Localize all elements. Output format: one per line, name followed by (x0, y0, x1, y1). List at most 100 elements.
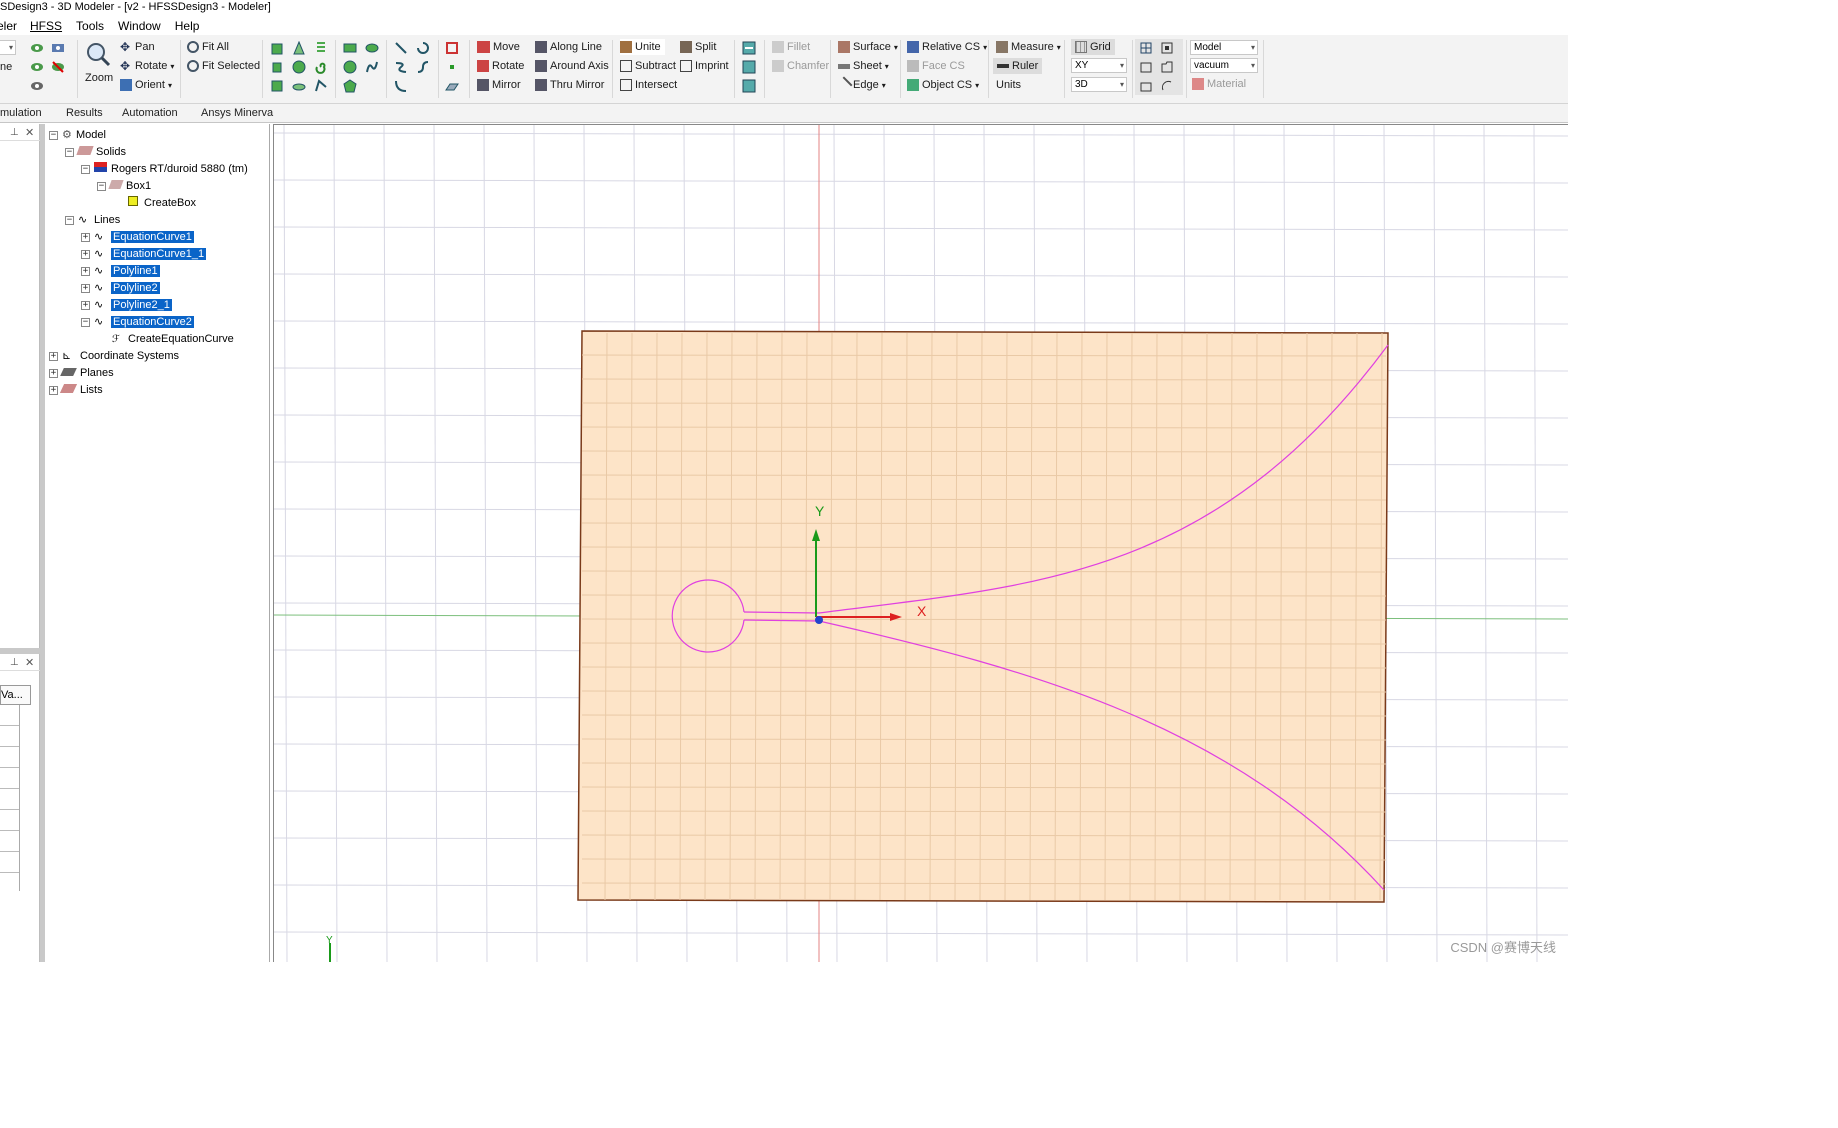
tab-ansys-minerva[interactable]: Ansys Minerva (201, 107, 273, 119)
line-icon[interactable] (394, 41, 408, 55)
eye-icon[interactable] (51, 41, 65, 55)
split-button[interactable]: Split (680, 39, 716, 55)
tree-lists[interactable]: Lists (59, 382, 103, 398)
menu-modeler[interactable]: eler (0, 19, 17, 33)
collapse-model-toggle[interactable]: − (49, 131, 58, 140)
arc-icon[interactable] (394, 79, 408, 93)
menu-help[interactable]: Help (175, 19, 200, 33)
rotate-button[interactable]: Rotate (477, 58, 524, 74)
collapse-box-toggle[interactable]: − (97, 182, 106, 191)
tree-line-item[interactable]: ∿ Polyline2 (94, 280, 160, 296)
snap-quadrant-icon[interactable] (1160, 79, 1174, 93)
ruler-button[interactable]: Ruler (993, 58, 1043, 74)
eye-icon[interactable] (30, 41, 44, 55)
panel-splitter[interactable] (0, 648, 40, 654)
edge-button[interactable]: Edge ▾ (835, 76, 886, 94)
spiral-icon[interactable] (314, 60, 328, 74)
intersect-button[interactable]: Intersect (620, 77, 677, 93)
collapse-material-toggle[interactable]: − (81, 165, 90, 174)
measure-button[interactable]: Measure ▾ (996, 39, 1061, 55)
plane-select[interactable]: XY (1071, 58, 1127, 73)
box-icon[interactable] (270, 41, 284, 55)
fit-all-button[interactable]: Fit All (187, 39, 229, 55)
tree-box1[interactable]: Box1 (108, 178, 151, 194)
spline-icon[interactable] (394, 60, 408, 74)
substrate-box[interactable] (577, 330, 1389, 903)
mirror-button[interactable]: Mirror (477, 77, 521, 93)
tree-solids[interactable]: Solids (76, 144, 126, 160)
tree-line-item[interactable]: ∿ EquationCurve1 (94, 229, 194, 245)
tree-create-box[interactable]: CreateBox (128, 195, 196, 211)
stack-icon[interactable] (270, 79, 284, 93)
rotate-view-button[interactable]: ✥ Rotate ▾ (120, 58, 174, 74)
menu-tools[interactable]: Tools (76, 19, 104, 33)
sweep-icon[interactable] (742, 41, 756, 55)
menu-window[interactable]: Window (118, 19, 161, 33)
sphere-icon[interactable] (292, 60, 306, 74)
material-select[interactable]: vacuum (1190, 58, 1258, 73)
tree-planes[interactable]: Planes (60, 365, 114, 381)
tree-line-item[interactable]: ∿ Polyline1 (94, 263, 160, 279)
face-cs-button[interactable]: Face CS (907, 58, 965, 74)
tree-lines[interactable]: ∿ Lines (78, 212, 120, 228)
object-cs-button[interactable]: Object CS ▾ (907, 77, 979, 93)
expand-item-toggle[interactable]: + (81, 250, 90, 259)
bondwire-icon[interactable] (314, 79, 328, 93)
tree-line-item[interactable]: ∿ Polyline2_1 (94, 297, 172, 313)
expand-lists-toggle[interactable]: + (49, 386, 58, 395)
properties-header[interactable]: Va... (0, 685, 31, 705)
region-icon[interactable] (445, 41, 459, 55)
expand-planes-toggle[interactable]: + (49, 369, 58, 378)
cover-icon[interactable] (742, 60, 756, 74)
point-icon[interactable] (445, 60, 459, 74)
pan-button[interactable]: ✥ Pan (120, 39, 155, 55)
material-button[interactable]: Material (1192, 76, 1246, 92)
model-select[interactable]: Model (1190, 40, 1258, 55)
uncover-icon[interactable] (742, 79, 756, 93)
tree-line-item[interactable]: ∿ EquationCurve2 (94, 314, 194, 330)
rectangle-icon[interactable] (343, 41, 357, 55)
polygon-icon[interactable] (343, 79, 357, 93)
relative-cs-button[interactable]: Relative CS ▾ (907, 39, 987, 55)
hide-icon[interactable] (51, 60, 65, 74)
tree-material[interactable]: Rogers RT/duroid 5880 (tm) (94, 161, 248, 177)
fillet-button[interactable]: Fillet (772, 39, 810, 55)
snap-grid-icon[interactable] (1139, 41, 1153, 55)
menu-hfss[interactable]: HFSS (30, 19, 62, 33)
tab-simulation[interactable]: mulation (0, 107, 42, 119)
along-line-button[interactable]: Along Line (535, 39, 602, 55)
sheet-button[interactable]: Sheet ▾ (838, 58, 889, 74)
pin-icon[interactable]: ⊥ (10, 127, 19, 138)
equation-surface-icon[interactable] (365, 60, 379, 74)
torus-icon[interactable] (292, 79, 306, 93)
units-button[interactable]: Units (996, 77, 1021, 93)
expand-item-toggle[interactable]: + (81, 301, 90, 310)
orient-button[interactable]: Orient ▾ (120, 77, 172, 93)
eye-icon[interactable] (30, 60, 44, 74)
collapse-item-toggle[interactable]: − (81, 318, 90, 327)
expand-coord-toggle[interactable]: + (49, 352, 58, 361)
close-icon[interactable]: ✕ (25, 656, 34, 669)
snap-edge-icon[interactable] (1139, 60, 1153, 74)
helix-icon[interactable] (314, 41, 328, 55)
equation-curve-icon[interactable] (416, 60, 430, 74)
left-combo[interactable] (0, 40, 16, 55)
thru-mirror-button[interactable]: Thru Mirror (535, 77, 604, 93)
ellipse-icon[interactable] (365, 41, 379, 55)
center-arc-icon[interactable] (416, 41, 430, 55)
unite-button[interactable]: Unite (620, 39, 665, 55)
chamfer-button[interactable]: Chamfer (772, 58, 829, 74)
tree-create-equation-curve[interactable]: ℱ CreateEquationCurve (112, 331, 234, 347)
tree-line-item[interactable]: ∿ EquationCurve1_1 (94, 246, 207, 262)
expand-item-toggle[interactable]: + (81, 284, 90, 293)
fit-selected-button[interactable]: Fit Selected (187, 58, 260, 74)
close-icon[interactable]: ✕ (25, 126, 34, 139)
around-axis-button[interactable]: Around Axis (535, 58, 609, 74)
zoom-icon[interactable] (85, 41, 111, 67)
tab-automation[interactable]: Automation (122, 107, 178, 119)
cylinder-icon[interactable] (270, 60, 284, 74)
expand-item-toggle[interactable]: + (81, 267, 90, 276)
pin-icon[interactable]: ⊥ (10, 657, 19, 668)
modeler-viewport[interactable]: Y X Y CSDN @赛博天线 (273, 124, 1568, 962)
circle-icon[interactable] (343, 60, 357, 74)
